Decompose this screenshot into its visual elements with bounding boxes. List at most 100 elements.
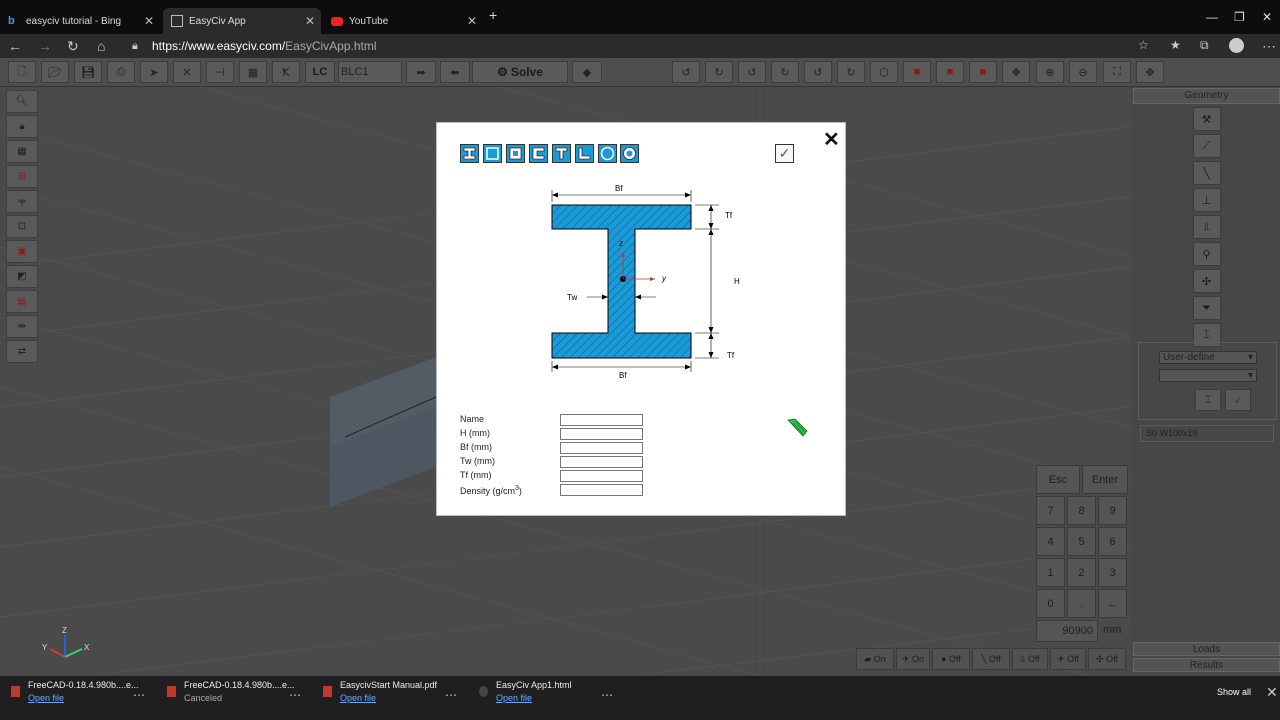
numpad-key[interactable]: 6: [1098, 527, 1127, 556]
more-options-icon[interactable]: ⋯: [445, 688, 457, 702]
section-size-select[interactable]: ▾: [1159, 369, 1257, 382]
forward-icon[interactable]: →: [38, 38, 52, 54]
more-options-icon[interactable]: ⋯: [289, 688, 301, 702]
numpad-key[interactable]: 5: [1067, 527, 1096, 556]
edit-section-button[interactable]: ⌶: [1195, 389, 1221, 411]
esc-key[interactable]: Esc: [1036, 465, 1080, 494]
rotate-z-cw-button[interactable]: ↻: [837, 61, 865, 83]
geometry-tab[interactable]: Geometry: [1133, 88, 1280, 104]
collections-icon[interactable]: ⧉: [1200, 38, 1209, 53]
download-item[interactable]: FreeCAD-0.18.4.980b....e... Open file ⋯: [11, 680, 145, 703]
minimize-icon[interactable]: —: [1206, 10, 1218, 24]
zoom-fit-button[interactable]: ⛶: [1103, 61, 1131, 83]
close-dialog-button[interactable]: ✕: [823, 127, 840, 152]
numpad-key[interactable]: 0: [1036, 589, 1065, 618]
pan-button[interactable]: ✥: [1136, 61, 1164, 83]
numpad-key[interactable]: 2: [1067, 558, 1096, 587]
merge-button[interactable]: ⇄: [6, 340, 38, 363]
lock-icon[interactable]: 🔒︎: [132, 40, 138, 53]
zoom-in-button[interactable]: ⊕: [1036, 61, 1064, 83]
mesh-button[interactable]: ⊡: [6, 215, 38, 238]
delete-button[interactable]: ✕: [173, 61, 201, 83]
tee-shape-button[interactable]: [552, 144, 571, 163]
show-all-downloads-button[interactable]: Show all: [1217, 687, 1251, 697]
download-item[interactable]: FreeCAD-0.18.4.980b....e... Canceled ⋯: [167, 680, 301, 703]
url-field[interactable]: https://www.easyciv.com/EasyCivApp.html: [152, 39, 377, 53]
load-case-field[interactable]: BLC1: [338, 61, 402, 83]
add-favorite-icon[interactable]: ☆: [1138, 38, 1149, 52]
release-button[interactable]: ✣: [1192, 269, 1221, 293]
circle-shape-button[interactable]: [598, 144, 617, 163]
rect-shape-button[interactable]: [483, 144, 502, 163]
table-button[interactable]: ▦: [239, 61, 267, 83]
download-item[interactable]: EasyCiv App1.html Open file ⋯: [479, 680, 613, 703]
angle-shape-button[interactable]: [575, 144, 594, 163]
toggle-members[interactable]: ╲ Off: [972, 648, 1010, 670]
maximize-icon[interactable]: ❐: [1234, 10, 1245, 24]
close-tab-icon[interactable]: ✕: [467, 14, 477, 28]
spring-button[interactable]: ⫫: [1192, 215, 1221, 239]
home-icon[interactable]: ⌂: [97, 38, 105, 54]
filter-button[interactable]: ⏷: [1192, 296, 1221, 320]
member-button[interactable]: ╲: [1192, 161, 1221, 185]
numpad-key[interactable]: 8: [1067, 496, 1096, 525]
select-button[interactable]: ➤: [140, 61, 168, 83]
zoom-out-button[interactable]: ⊖: [1069, 61, 1097, 83]
section-type-select[interactable]: User-define ▾: [1159, 351, 1257, 364]
next-case-button[interactable]: ➡: [406, 61, 436, 83]
connect-button[interactable]: ⇹: [6, 315, 38, 338]
close-window-icon[interactable]: ✕: [1262, 10, 1272, 24]
favorites-icon[interactable]: ★: [1170, 38, 1181, 52]
toggle-section[interactable]: ▰ On: [856, 648, 894, 670]
refresh-icon[interactable]: ↻: [67, 38, 79, 55]
apply-section-button[interactable]: ✓: [1225, 389, 1251, 411]
profile-avatar[interactable]: [1229, 38, 1244, 53]
slab-button[interactable]: ▤: [6, 290, 38, 313]
view-top-button[interactable]: ■: [969, 61, 997, 83]
frame-button[interactable]: ⊞: [6, 165, 38, 188]
rotate-x-cw-button[interactable]: ↻: [705, 61, 733, 83]
hammer-button[interactable]: ⚒: [1192, 107, 1221, 131]
rotate-x-ccw-button[interactable]: ↺: [672, 61, 700, 83]
enter-key[interactable]: Enter: [1082, 465, 1128, 494]
i-shape-button[interactable]: [460, 144, 479, 163]
open-file-link[interactable]: Open file: [340, 693, 437, 703]
rotate-y-cw-button[interactable]: ↻: [771, 61, 799, 83]
new-tab-button[interactable]: +: [489, 7, 497, 23]
dimension-button[interactable]: ⊣: [206, 61, 234, 83]
select-node-button[interactable]: 🔍︎: [6, 90, 38, 113]
hinge-button[interactable]: ⚲: [1192, 242, 1221, 266]
tab-bing[interactable]: b easyciv tutorial - Bing ✕: [0, 8, 160, 34]
wall-button[interactable]: ◩: [6, 265, 38, 288]
node-line-button[interactable]: ⟋: [1192, 134, 1221, 158]
prev-case-button[interactable]: ⬅: [440, 61, 470, 83]
tw-input[interactable]: [560, 456, 643, 468]
results-tab[interactable]: Results: [1133, 658, 1280, 672]
numpad-key[interactable]: 3: [1098, 558, 1127, 587]
view-iso-button[interactable]: ⬡: [870, 61, 898, 83]
load-combo-button[interactable]: Ꝁ: [272, 61, 300, 83]
solve-button[interactable]: ⚙ Solve: [472, 61, 568, 83]
backspace-key[interactable]: ←: [1098, 589, 1127, 618]
numpad-key[interactable]: 7: [1036, 496, 1065, 525]
support-button[interactable]: ⊥: [1192, 188, 1221, 212]
close-tab-icon[interactable]: ✕: [144, 14, 154, 28]
toggle-releases[interactable]: ✣ Off: [1088, 648, 1126, 670]
render-button[interactable]: ◆: [572, 61, 602, 83]
beam-grid-button[interactable]: ╤: [6, 190, 38, 213]
back-icon[interactable]: ←: [8, 38, 22, 54]
loads-tab[interactable]: Loads: [1133, 642, 1280, 656]
numpad-key[interactable]: 9: [1098, 496, 1127, 525]
new-file-button[interactable]: 🗋︎: [8, 61, 36, 83]
close-downloads-icon[interactable]: ✕: [1266, 684, 1278, 701]
numpad-key[interactable]: 4: [1036, 527, 1065, 556]
h-input[interactable]: [560, 428, 643, 440]
open-file-link[interactable]: Open file: [28, 693, 139, 703]
density-input[interactable]: [560, 484, 643, 496]
bf-input[interactable]: [560, 442, 643, 454]
download-item[interactable]: EasycivStart Manual.pdf Open file ⋯: [323, 680, 457, 703]
grid-button[interactable]: ▦: [6, 140, 38, 163]
channel-shape-button[interactable]: [529, 144, 548, 163]
view-front-button[interactable]: ■: [903, 61, 931, 83]
tf-input[interactable]: [560, 470, 643, 482]
